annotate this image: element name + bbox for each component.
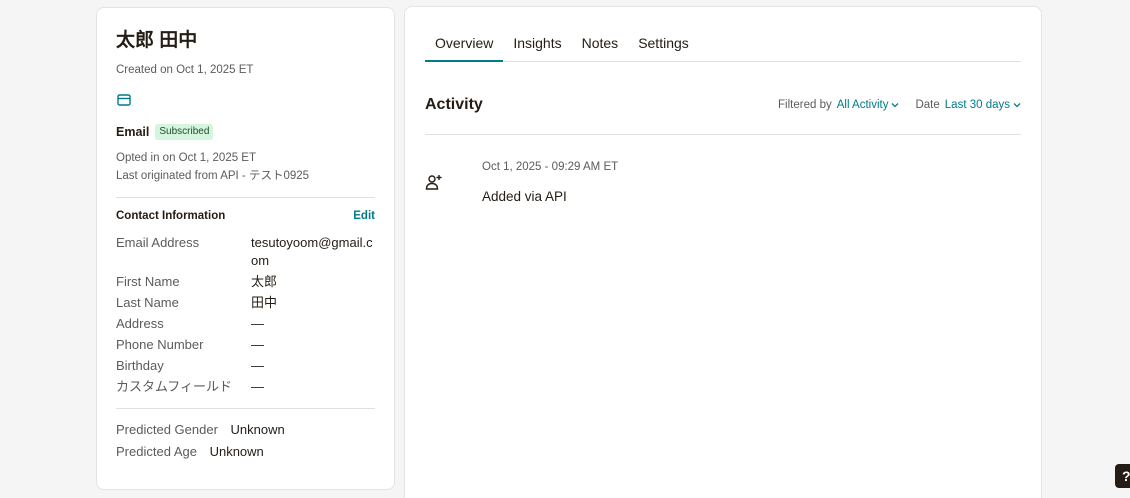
field-label: Last Name <box>116 295 179 310</box>
mail-icon <box>117 94 131 106</box>
tab-notes[interactable]: Notes <box>572 27 629 62</box>
filter-value: All Activity <box>836 99 889 111</box>
predicted-gender: Predicted Gender Unknown <box>116 421 375 439</box>
chevron-down-icon <box>1013 103 1021 108</box>
activity-filters: Filtered by All Activity Date Last 30 da… <box>778 99 1021 111</box>
opted-in-date: Opted in on Oct 1, 2025 ET <box>116 152 256 164</box>
field-label: Email Address <box>116 235 200 250</box>
date-value: Last 30 days <box>944 99 1010 111</box>
event-time: Oct 1, 2025 - 09:29 AM ET <box>482 161 619 173</box>
status-badge: Subscribed <box>155 124 214 140</box>
field-email-address: Email Address tesutoyoom@gmail.com <box>116 234 375 270</box>
tab-insights[interactable]: Insights <box>503 27 571 62</box>
edit-contact-button[interactable]: Edit <box>353 210 375 222</box>
date-label: Date <box>915 99 940 111</box>
contact-profile-panel: 太郎 田中 Created on Oct 1, 2025 ET Email Su… <box>96 7 395 490</box>
field-value: 田中 <box>251 295 278 310</box>
last-originated: Last originated from API - テスト0925 <box>116 170 310 182</box>
event-description: Added via API <box>482 189 567 204</box>
field-value: — <box>251 316 264 331</box>
field-value: 太郎 <box>251 274 278 289</box>
tab-settings[interactable]: Settings <box>628 27 699 62</box>
activity-event: Oct 1, 2025 - 09:29 AM ET Added via API <box>425 161 1021 221</box>
field-label: カスタムフィールド <box>116 379 232 394</box>
contact-fields: Email Address tesutoyoom@gmail.com First… <box>116 234 375 396</box>
created-date: Created on Oct 1, 2025 ET <box>116 64 254 76</box>
divider <box>116 408 375 409</box>
divider <box>116 197 375 198</box>
predicted-age: Predicted Age Unknown <box>116 443 375 461</box>
tab-overview[interactable]: Overview <box>425 27 504 62</box>
contact-info-title: Contact Information <box>116 210 226 222</box>
predicted-gender-label: Predicted Gender <box>116 422 218 437</box>
activity-header: Activity Filtered by All Activity Date L… <box>425 96 1021 135</box>
field-value: — <box>251 379 264 394</box>
email-status-row: Email Subscribed <box>116 124 375 140</box>
field-label: First Name <box>116 274 180 289</box>
tab-bar: Overview Insights Notes Settings <box>425 27 1021 62</box>
filter-label: Filtered by <box>778 99 832 111</box>
predicted-age-value: Unknown <box>209 444 264 459</box>
add-user-icon <box>425 175 442 190</box>
field-last-name: Last Name 田中 <box>116 294 375 312</box>
activity-panel: Overview Insights Notes Settings Activit… <box>404 6 1042 498</box>
field-first-name: First Name 太郎 <box>116 273 375 291</box>
field-label: Phone Number <box>116 337 204 352</box>
activity-title: Activity <box>425 96 483 113</box>
field-address: Address — <box>116 315 375 333</box>
activity-filter-dropdown[interactable]: All Activity <box>837 99 900 111</box>
field-label: Address <box>116 316 164 331</box>
email-channel-label: Email <box>116 125 150 139</box>
field-birthday: Birthday — <box>116 357 375 375</box>
field-value: — <box>251 337 264 352</box>
opt-in-info: Opted in on Oct 1, 2025 ET Last originat… <box>116 149 375 185</box>
field-value: — <box>251 358 264 373</box>
date-filter-dropdown[interactable]: Last 30 days <box>945 99 1021 111</box>
contact-info-header: Contact Information Edit <box>116 210 375 222</box>
field-value: tesutoyoom@gmail.com <box>251 235 373 268</box>
predicted-age-label: Predicted Age <box>116 444 197 459</box>
field-custom: カスタムフィールド — <box>116 378 375 396</box>
chevron-down-icon <box>892 103 899 108</box>
field-phone-number: Phone Number — <box>116 336 375 354</box>
field-label: Birthday <box>116 358 164 373</box>
contact-name: 太郎 田中 <box>116 30 198 51</box>
help-button[interactable]: ? <box>1115 464 1130 488</box>
predicted-gender-value: Unknown <box>230 422 285 437</box>
